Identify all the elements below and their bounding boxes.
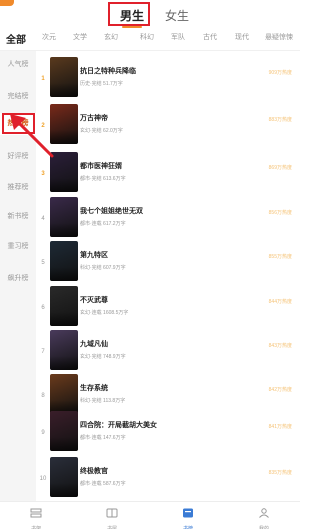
category-gudai[interactable]: 古代: [203, 32, 217, 42]
category-kehuan[interactable]: 科幻: [140, 32, 154, 42]
book-meta: 都市·连载 587.6万字: [80, 481, 126, 487]
book-popularity: 835万热度: [268, 470, 292, 476]
book-cover: [50, 457, 78, 497]
rank-renqi[interactable]: 人气榜: [0, 59, 36, 69]
bookshelf-icon: [30, 508, 42, 518]
book-list: 1 抗日之特种兵降临 历史·完结 51.7万字 909万热度 2 万古神帝 玄幻…: [36, 51, 300, 501]
book-meta: 科幻·完结 607.9万字: [80, 265, 126, 271]
category-all[interactable]: 全部: [6, 31, 26, 46]
nav-profile[interactable]: 我的: [244, 505, 284, 529]
book-cover: [50, 286, 78, 326]
ranking-icon: [183, 508, 193, 518]
book-title: 我七个姐姐绝世无双: [80, 208, 143, 215]
book-row[interactable]: 3 都市医神狂婿 都市·完结 613.6万字 869万热度: [36, 149, 300, 195]
nav-profile-label: 我的: [258, 526, 269, 529]
book-meta: 历史·完结 51.7万字: [80, 81, 123, 87]
book-title: 不灭武尊: [80, 297, 108, 304]
profile-icon: [259, 508, 269, 518]
category-xuanyi[interactable]: 悬疑惊悚: [265, 32, 293, 42]
book-popularity: 843万热度: [268, 343, 292, 349]
rank-biaosheng[interactable]: 飙升榜: [0, 273, 36, 283]
tab-female-label: 女生: [165, 9, 190, 23]
nav-bookstore-label: 书屋: [106, 526, 117, 529]
rank-number: 4: [41, 216, 45, 222]
rank-number: 3: [41, 171, 45, 177]
rank-wanjie[interactable]: 完结榜: [0, 91, 36, 101]
category-xiandai[interactable]: 现代: [235, 32, 249, 42]
bottom-nav: 书架 书屋 书榜 我的: [0, 501, 300, 529]
top-bar: 男生 女生: [0, 0, 300, 30]
nav-bookstore[interactable]: 书屋: [92, 505, 132, 529]
annotation-arrow: [10, 114, 54, 158]
book-meta: 都市·连载 617.2万字: [80, 221, 126, 227]
book-row[interactable]: 7 九域凡仙 玄幻·完结 748.9万字 843万热度: [36, 327, 300, 373]
rank-number: 1: [41, 76, 45, 82]
book-row[interactable]: 1 抗日之特种兵降临 历史·完结 51.7万字 909万热度: [36, 54, 300, 100]
book-title: 生存系统: [80, 385, 108, 392]
book-cover: [50, 330, 78, 370]
book-title: 都市医神狂婿: [80, 163, 122, 170]
book-title: 终极教官: [80, 468, 108, 475]
nav-ranking[interactable]: 书榜: [168, 505, 208, 529]
book-popularity: 869万热度: [268, 165, 292, 171]
book-meta: 玄幻·完结 62.0万字: [80, 128, 123, 134]
book-meta: 玄幻·连载 1608.5万字: [80, 310, 129, 316]
book-popularity: 855万热度: [268, 254, 292, 260]
book-popularity: 842万热度: [268, 387, 292, 393]
book-cover: [50, 197, 78, 237]
rank-number: 8: [41, 393, 45, 399]
rank-number: 7: [41, 349, 45, 355]
book-row[interactable]: 9 四合院：开局截胡大美女 都市·连载 147.6万字 841万热度: [36, 408, 300, 454]
rank-tuijian[interactable]: 推荐榜: [0, 182, 36, 192]
book-popularity: 844万热度: [268, 299, 292, 305]
nav-bookshelf-label: 书架: [30, 526, 41, 529]
book-title: 第九特区: [80, 252, 108, 259]
book-meta: 都市·完结 613.6万字: [80, 176, 126, 182]
book-popularity: 856万热度: [268, 210, 292, 216]
nav-ranking-label: 书榜: [182, 526, 193, 529]
category-row: 全部 次元 文学 玄幻 科幻 军队 古代 现代 悬疑惊悚: [0, 30, 300, 50]
annotation-highlight-male: [108, 2, 150, 26]
book-title: 万古神帝: [80, 115, 108, 122]
bookstore-icon: [106, 508, 118, 518]
rank-number: 10: [39, 476, 47, 482]
rank-chongxi[interactable]: 重习榜: [0, 241, 36, 251]
tab-active-underline: [122, 26, 143, 28]
book-cover: [50, 57, 78, 97]
book-title: 抗日之特种兵降临: [80, 68, 136, 75]
book-meta: 都市·连载 147.6万字: [80, 435, 126, 441]
book-row[interactable]: 10 终极教官 都市·连载 587.6万字 835万热度: [36, 454, 300, 500]
book-meta: 玄幻·完结 748.9万字: [80, 354, 126, 360]
category-wenxue[interactable]: 文学: [73, 32, 87, 42]
book-title: 九域凡仙: [80, 341, 108, 348]
nav-bookshelf[interactable]: 书架: [16, 505, 56, 529]
book-title: 四合院：开局截胡大美女: [80, 422, 157, 429]
book-row[interactable]: 5 第九特区 科幻·完结 607.9万字 855万热度: [36, 238, 300, 284]
book-popularity: 883万热度: [268, 117, 292, 123]
book-row[interactable]: 6 不灭武尊 玄幻·连载 1608.5万字 844万热度: [36, 283, 300, 329]
tab-female[interactable]: 女生: [165, 8, 189, 24]
rank-number: 5: [41, 260, 45, 266]
rank-xinshu[interactable]: 新书榜: [0, 211, 36, 221]
category-ciyuan[interactable]: 次元: [42, 32, 56, 42]
rank-number: 6: [41, 305, 45, 311]
category-junshi[interactable]: 军队: [171, 32, 185, 42]
book-meta: 科幻·完结 113.8万字: [80, 398, 126, 404]
category-xuanhuan[interactable]: 玄幻: [104, 32, 118, 42]
brand-mark: [0, 0, 14, 6]
book-row[interactable]: 4 我七个姐姐绝世无双 都市·连载 617.2万字 856万热度: [36, 194, 300, 240]
book-row[interactable]: 2 万古神帝 玄幻·完结 62.0万字 883万热度: [36, 101, 300, 147]
rank-number: 9: [41, 430, 45, 436]
book-cover: [50, 241, 78, 281]
book-cover: [50, 411, 78, 451]
book-popularity: 841万热度: [268, 424, 292, 430]
book-popularity: 909万热度: [268, 70, 292, 76]
